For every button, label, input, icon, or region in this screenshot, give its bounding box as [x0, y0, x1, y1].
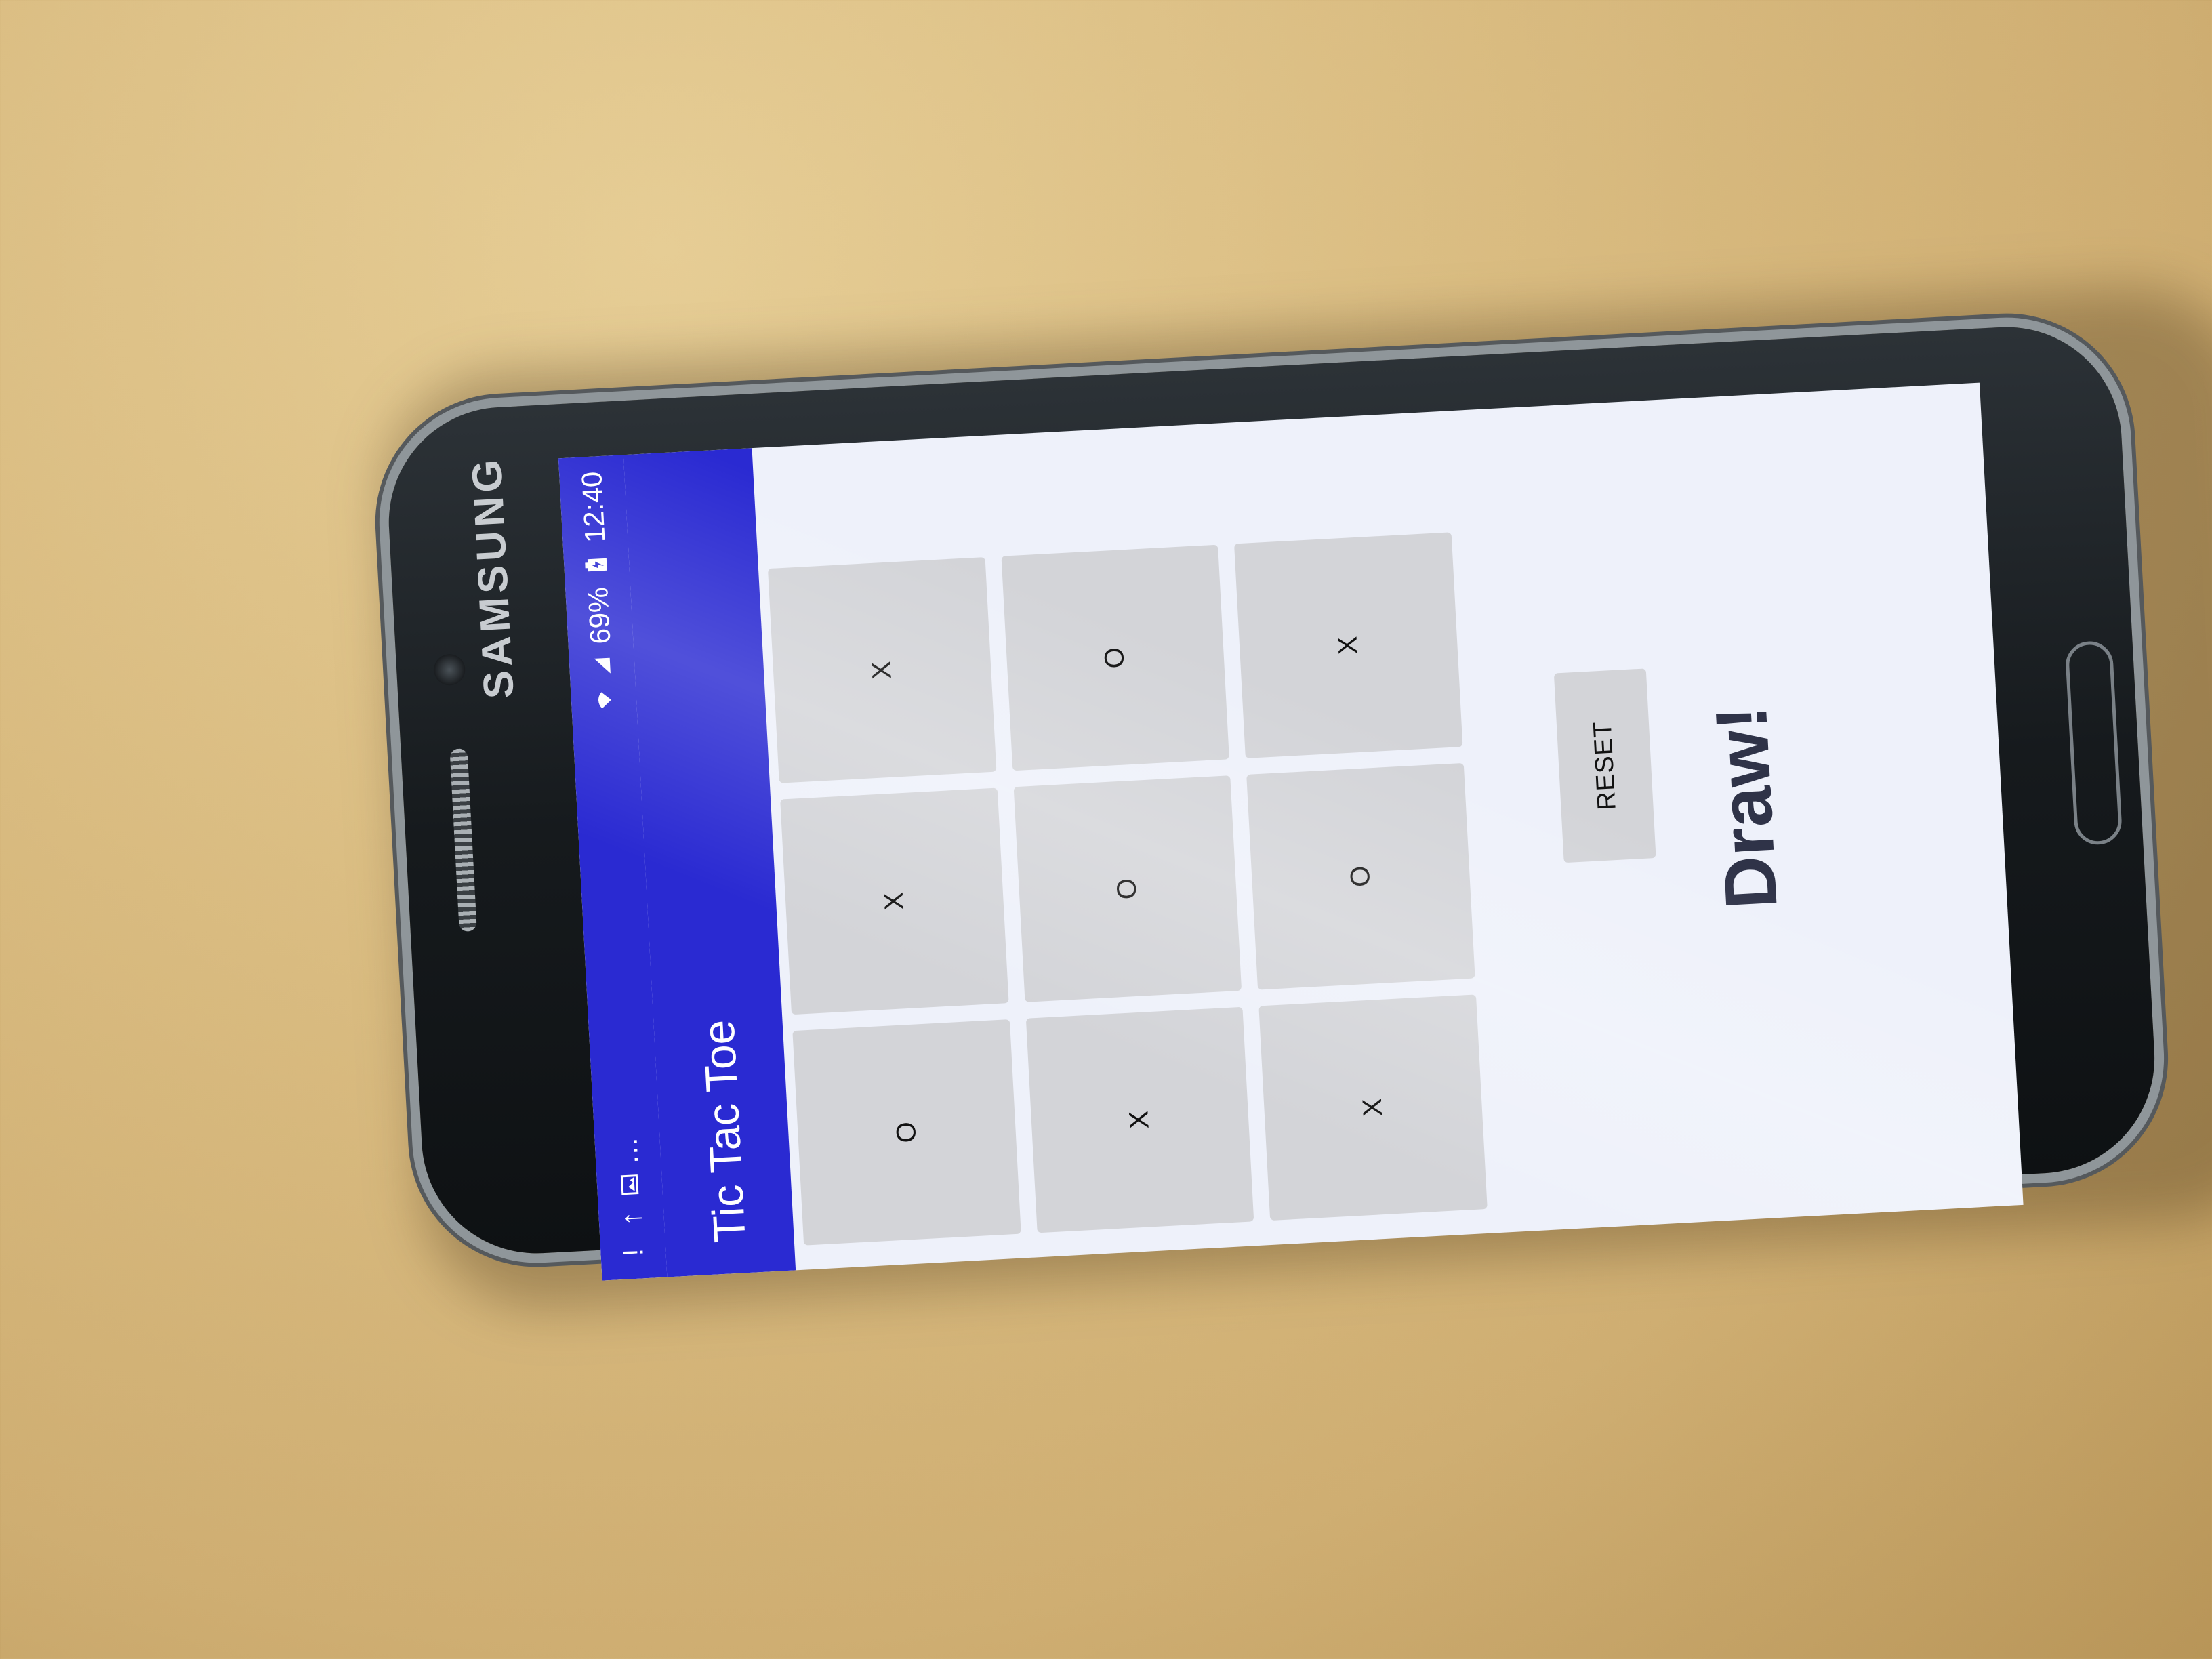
board-cell[interactable]: X — [1234, 532, 1463, 759]
board-cell[interactable]: X — [780, 787, 1009, 1015]
system-status: 69% 12:40 — [575, 470, 621, 712]
board-cell[interactable]: O — [1013, 775, 1242, 1002]
battery-percent: 69% — [581, 586, 617, 645]
board-cell[interactable]: O — [792, 1019, 1021, 1246]
status-time: 12:40 — [575, 470, 611, 544]
phone-body: SAMSUNG ! ↑ … 69% 12:40 Tic Tac Toe O X … — [383, 321, 2160, 1281]
phone-screen: ! ↑ … 69% 12:40 Tic Tac Toe O X X X O O … — [527, 0, 2024, 1281]
signal-icon — [590, 655, 614, 679]
more-notifications-icon: … — [611, 1136, 644, 1166]
home-button[interactable] — [2064, 640, 2123, 846]
result-message: Draw! — [1699, 703, 1793, 912]
brand-logo: SAMSUNG — [463, 454, 523, 700]
alert-icon: ! — [617, 1248, 649, 1258]
board-cell[interactable]: X — [767, 557, 997, 783]
upload-icon: ↑ — [615, 1210, 648, 1227]
reset-button[interactable]: RESET — [1553, 668, 1656, 863]
image-icon — [617, 1172, 642, 1197]
notification-icons: ! ↑ … — [611, 1136, 649, 1265]
board-cell[interactable]: O — [1246, 763, 1475, 990]
front-camera — [433, 653, 466, 687]
app-title: Tic Tac Toe — [693, 1019, 755, 1244]
board-cell[interactable]: O — [1001, 544, 1230, 771]
game-board: O X X X O O X O X — [767, 532, 1488, 1246]
earpiece-speaker — [449, 748, 477, 933]
wifi-icon — [592, 689, 616, 713]
board-cell[interactable]: X — [1025, 1006, 1254, 1233]
board-cell[interactable]: X — [1258, 994, 1488, 1221]
battery-charging-icon — [584, 553, 609, 577]
